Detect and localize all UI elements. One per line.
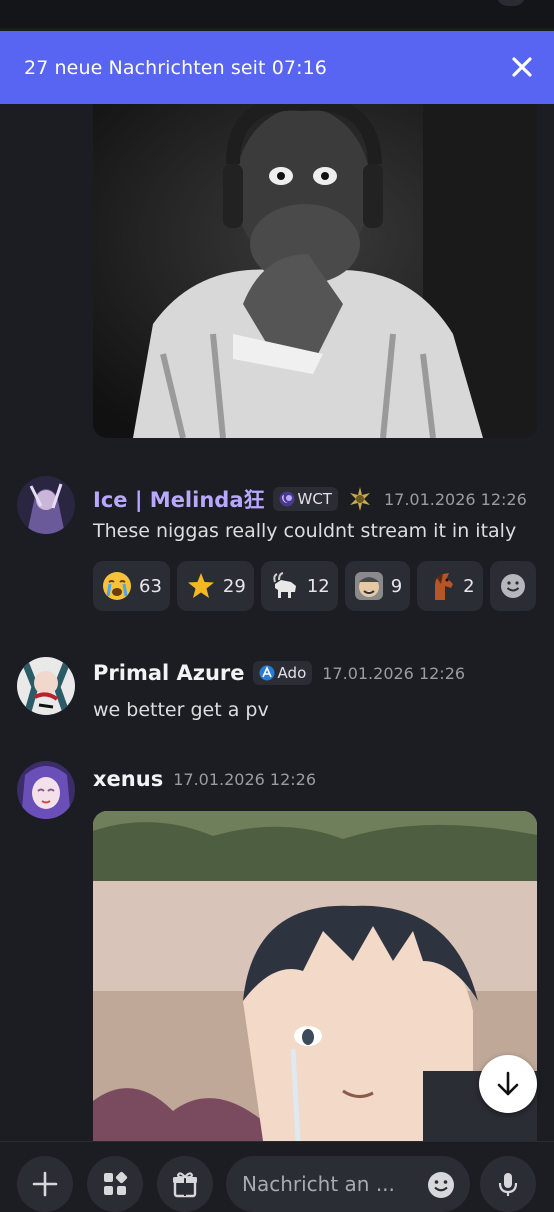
apps-icon <box>104 1171 128 1195</box>
reactions-row: 63 29 12 9 2 <box>93 561 536 611</box>
guild-tag[interactable]: Ado <box>252 661 313 685</box>
message-header: Ice | Melinda狂 WCT 17.01.2026 12:26 <box>93 484 527 514</box>
arrow-down-icon <box>497 1071 519 1096</box>
message-header: xenus 17.01.2026 12:26 <box>93 767 316 791</box>
avatar-image <box>17 657 75 715</box>
crying-face-icon <box>101 570 133 602</box>
attach-button[interactable] <box>17 1156 73 1212</box>
ado-icon <box>259 665 275 681</box>
new-messages-text: 27 neue Nachrichten seit 07:16 <box>24 56 327 79</box>
message-input[interactable] <box>242 1156 412 1212</box>
avatar-image <box>17 761 75 819</box>
role-badge-icon <box>349 487 370 511</box>
reaction-goat[interactable]: 12 <box>260 561 338 611</box>
grinning-man-icon <box>353 570 385 602</box>
emoji-picker-icon[interactable] <box>426 1170 456 1200</box>
timestamp: 17.01.2026 12:26 <box>173 769 317 789</box>
add-reaction-icon <box>500 574 525 598</box>
message-input-pill[interactable] <box>226 1156 470 1212</box>
add-reaction-button[interactable] <box>489 561 536 611</box>
close-icon[interactable] <box>508 53 536 81</box>
gif-image-shocked <box>93 104 537 438</box>
voice-message-button[interactable] <box>480 1156 536 1212</box>
reaction-count: 9 <box>390 575 403 597</box>
guild-tag-label: Ado <box>277 664 307 682</box>
message-composer <box>0 1141 554 1212</box>
avatar[interactable] <box>17 476 75 534</box>
timestamp: 17.01.2026 12:26 <box>322 663 466 683</box>
new-messages-banner[interactable]: 27 neue Nachrichten seit 07:16 <box>0 31 554 104</box>
reaction-count: 63 <box>139 575 162 597</box>
reaction-count: 12 <box>306 575 330 597</box>
gif-image-anime <box>93 811 537 1141</box>
moon-icon <box>279 491 294 507</box>
reaction-count: 2 <box>463 575 475 597</box>
star-icon <box>185 570 217 602</box>
reaction-star[interactable]: 29 <box>176 561 254 611</box>
microphone-icon <box>498 1173 518 1196</box>
gift-icon <box>173 1172 197 1198</box>
reaction-count: 29 <box>222 575 246 597</box>
gift-button[interactable] <box>157 1156 213 1212</box>
top-strip <box>0 0 554 28</box>
message-header: Primal Azure Ado 17.01.2026 12:26 <box>93 661 465 685</box>
username[interactable]: Ice | Melinda狂 <box>93 484 265 514</box>
gif-image-bottom[interactable] <box>93 811 537 1141</box>
plus-icon <box>32 1171 58 1197</box>
avatar[interactable] <box>17 657 75 715</box>
guild-tag-label: WCT <box>297 490 332 508</box>
apps-button[interactable] <box>87 1156 143 1212</box>
message-content: we better get a pv <box>93 699 269 721</box>
reaction-horse[interactable]: 2 <box>417 561 483 611</box>
avatar[interactable] <box>17 761 75 819</box>
message-content: These niggas really couldnt stream it in… <box>93 520 517 542</box>
avatar-image <box>17 476 75 534</box>
username[interactable]: Primal Azure <box>93 661 245 685</box>
username[interactable]: xenus <box>93 767 163 791</box>
timestamp: 17.01.2026 12:26 <box>383 489 527 509</box>
jump-to-present-button[interactable] <box>479 1055 537 1113</box>
gif-image-top[interactable] <box>93 104 537 438</box>
reaction-crying[interactable]: 63 <box>93 561 170 611</box>
goat-icon <box>269 570 301 602</box>
horse-icon <box>425 570 457 602</box>
guild-tag[interactable]: WCT <box>272 487 338 511</box>
top-corner <box>496 0 526 6</box>
reaction-grinning-man[interactable]: 9 <box>344 561 411 611</box>
